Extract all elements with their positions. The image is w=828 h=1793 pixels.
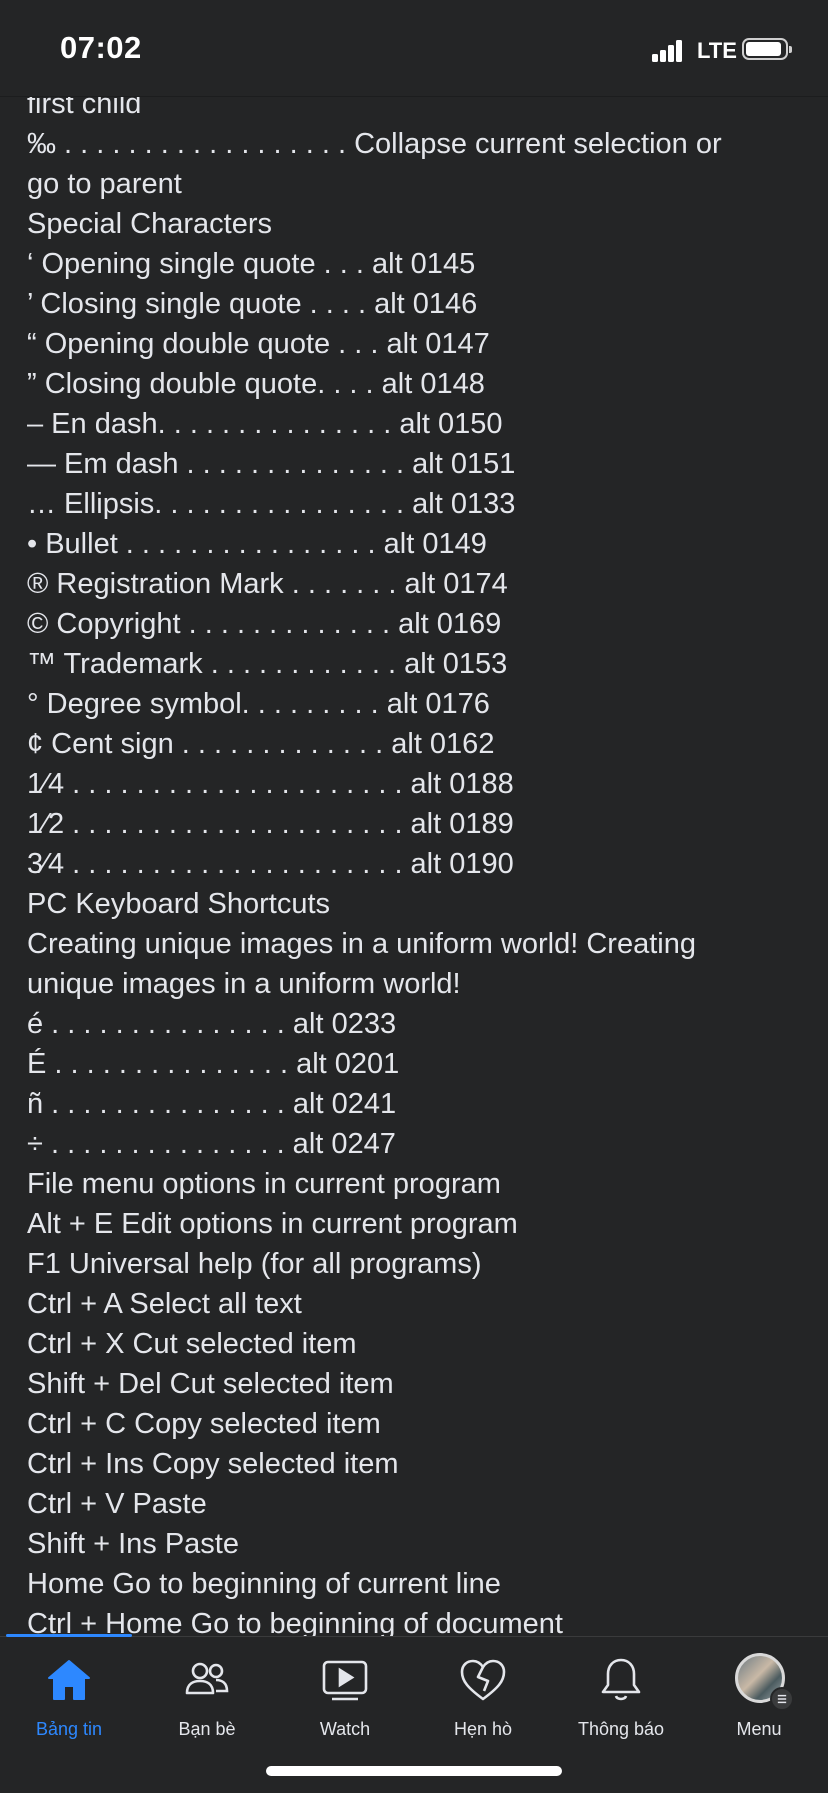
tab-label: Bạn bè [178,1719,236,1739]
status-time: 07:02 [60,30,142,65]
active-tab-indicator [6,1634,132,1637]
text-line: ñ . . . . . . . . . . . . . . . alt 0241 [27,1088,397,1120]
text-line: Ctrl + A Select all text [27,1288,302,1320]
bell-icon [601,1658,641,1701]
text-line: ¢ Cent sign . . . . . . . . . . . . . al… [27,728,495,760]
text-line: “ Opening double quote . . . alt 0147 [27,328,490,360]
battery-icon [742,38,792,60]
text-line: Ctrl + C Copy selected item [27,1408,381,1440]
text-line: … Ellipsis. . . . . . . . . . . . . . . … [27,488,516,520]
text-line: go to parent [27,168,182,200]
post-text: first child ‰ . . . . . . . . . . . . . … [27,84,807,1644]
text-line: Creating unique images in a uniform worl… [27,928,696,960]
text-line: PC Keyboard Shortcuts [27,888,331,920]
text-line: F1 Universal help (for all programs) [27,1248,482,1280]
text-line: – En dash. . . . . . . . . . . . . . . a… [27,408,503,440]
text-line: 1⁄2 . . . . . . . . . . . . . . . . . . … [27,808,514,840]
home-icon [48,1660,90,1700]
tab-news-feed[interactable]: Bảng tin [0,1637,138,1747]
text-line: Special Characters [27,208,272,240]
tab-friends[interactable]: Bạn bè [138,1637,276,1747]
text-line: ÷ . . . . . . . . . . . . . . . alt 0247 [27,1128,396,1160]
tab-label: Thông báo [577,1719,665,1739]
cellular-signal-icon [652,40,684,62]
watch-icon [322,1660,368,1701]
home-indicator[interactable] [266,1766,562,1776]
text-line: ™ Trademark . . . . . . . . . . . . alt … [27,648,508,680]
menu-icon [770,1687,794,1711]
text-line: ‘ Opening single quote . . . alt 0145 [27,248,476,280]
text-line: ® Registration Mark . . . . . . . alt 01… [27,568,508,600]
tab-label: Watch [319,1719,371,1739]
tab-dating[interactable]: Hẹn hò [414,1637,552,1747]
tab-label: Hẹn hò [453,1719,513,1739]
text-line: — Em dash . . . . . . . . . . . . . . al… [27,448,516,480]
status-bar: 07:02 LTE [0,0,828,97]
tab-label: Bảng tin [35,1719,103,1739]
text-line: Alt + E Edit options in current program [27,1208,518,1240]
text-line: Shift + Del Cut selected item [27,1368,394,1400]
text-line: É . . . . . . . . . . . . . . . alt 0201 [27,1048,400,1080]
text-line: Ctrl + X Cut selected item [27,1328,357,1360]
tab-label: Menu [736,1719,782,1739]
network-type: LTE [697,38,737,63]
tab-notifications[interactable]: Thông báo [552,1637,690,1747]
text-line: ” Closing double quote. . . . alt 0148 [27,368,485,400]
text-line: • Bullet . . . . . . . . . . . . . . . .… [27,528,487,560]
text-line: ’ Closing single quote . . . . alt 0146 [27,288,478,320]
text-line: ° Degree symbol. . . . . . . . . alt 017… [27,688,490,720]
tab-menu[interactable]: Menu [690,1637,828,1747]
dating-heart-icon [460,1659,506,1701]
tab-watch[interactable]: Watch [276,1637,414,1747]
text-line: Home Go to beginning of current line [27,1568,501,1600]
text-line: ‰ . . . . . . . . . . . . . . . . . . Co… [27,128,722,160]
text-line: unique images in a uniform world! [27,968,461,1000]
text-line: é . . . . . . . . . . . . . . . alt 0233 [27,1008,397,1040]
friends-icon [185,1662,229,1695]
text-line: 1⁄4 . . . . . . . . . . . . . . . . . . … [27,768,514,800]
text-line: Ctrl + Ins Copy selected item [27,1448,399,1480]
text-line: 3⁄4 . . . . . . . . . . . . . . . . . . … [27,848,514,880]
text-line: Ctrl + V Paste [27,1488,207,1520]
text-line: File menu options in current program [27,1168,501,1200]
text-line: Shift + Ins Paste [27,1528,239,1560]
text-line: © Copyright . . . . . . . . . . . . . al… [27,608,502,640]
